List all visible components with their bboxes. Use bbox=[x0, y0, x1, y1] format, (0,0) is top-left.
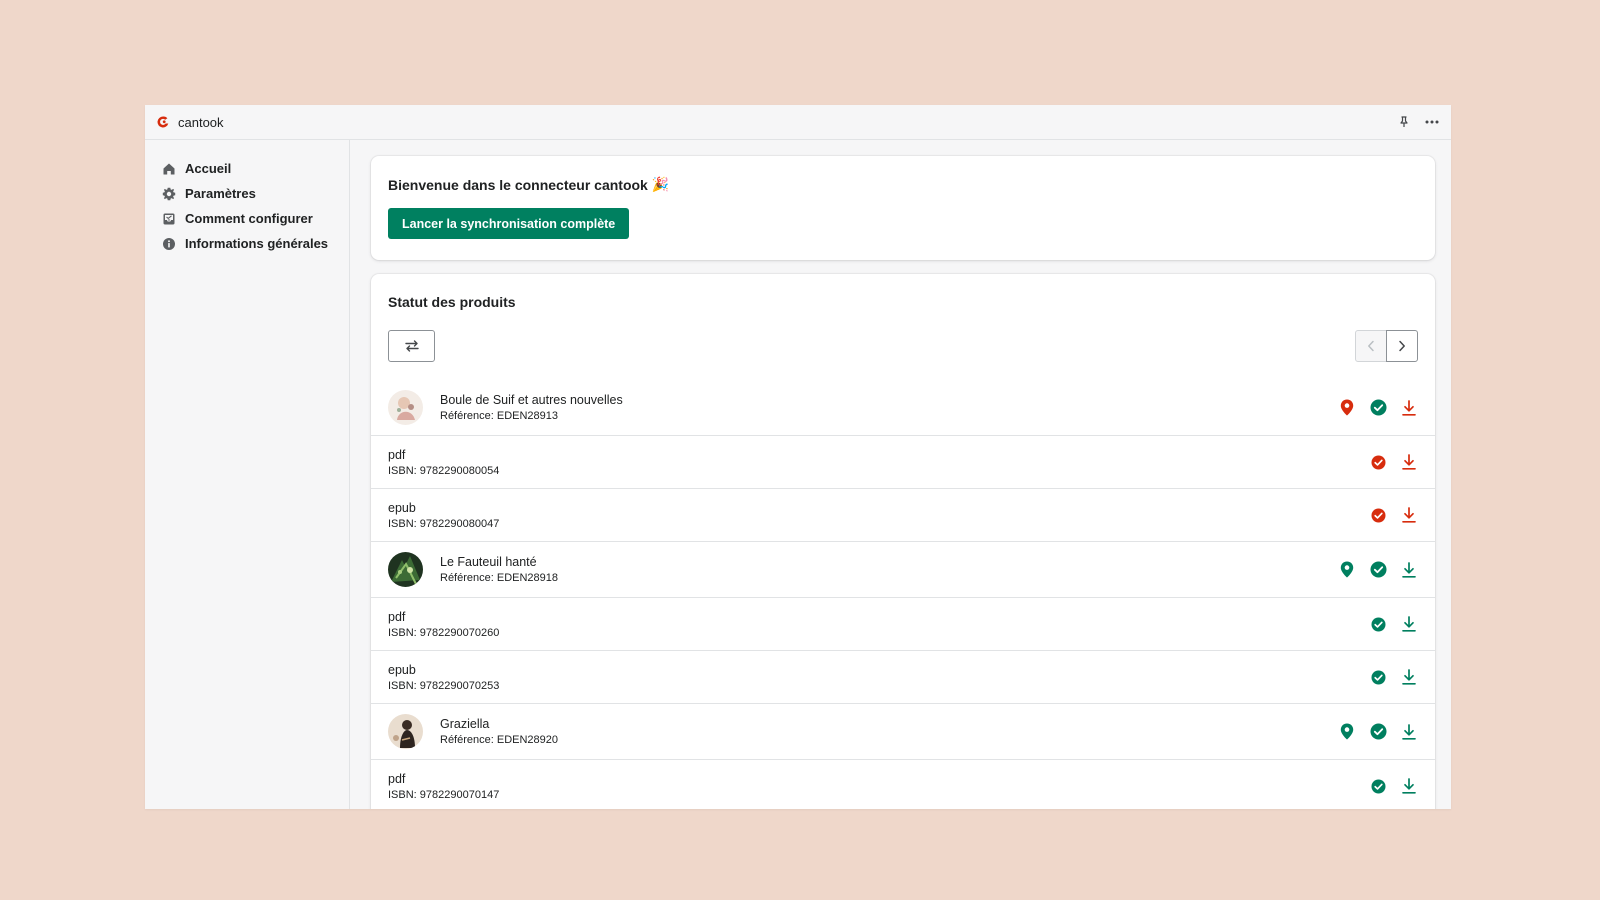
download-success-icon[interactable] bbox=[1400, 561, 1418, 579]
location-error-icon bbox=[1338, 399, 1356, 417]
refresh-button[interactable] bbox=[388, 330, 435, 362]
check-circle-success-icon bbox=[1369, 561, 1387, 579]
welcome-title: Bienvenue dans le connecteur cantook bbox=[388, 176, 648, 193]
party-popper-emoji: 🎉 bbox=[651, 176, 670, 192]
location-success-icon bbox=[1338, 723, 1356, 741]
location-success-icon bbox=[1338, 561, 1356, 579]
sidebar-item-label: Informations générales bbox=[185, 236, 329, 251]
sidebar-item-comment-configurer[interactable]: Comment configurer bbox=[145, 206, 349, 231]
variant-format: epub bbox=[388, 662, 416, 677]
app-title: cantook bbox=[178, 114, 224, 130]
app-window: cantook Accueil Paramètres Comment confi… bbox=[145, 105, 1451, 809]
gear-icon bbox=[162, 187, 176, 201]
download-error-icon[interactable] bbox=[1400, 399, 1418, 417]
sync-arrows-icon bbox=[404, 339, 420, 353]
product-row: Le Fauteuil hanté Référence: EDEN28918 bbox=[371, 542, 1435, 598]
product-status-card: Statut des produits Boule de Suif et aut… bbox=[371, 274, 1435, 809]
product-row: Graziella Référence: EDEN28920 bbox=[371, 704, 1435, 760]
variant-format: epub bbox=[388, 500, 416, 515]
sidebar-item-accueil[interactable]: Accueil bbox=[145, 156, 349, 181]
product-title: Le Fauteuil hanté bbox=[440, 555, 537, 569]
variant-row: pdf ISBN: 9782290070260 bbox=[371, 598, 1435, 651]
more-options-icon[interactable] bbox=[1423, 113, 1441, 131]
pin-icon[interactable] bbox=[1395, 113, 1413, 131]
book-cover-avatar bbox=[388, 552, 423, 587]
book-cover-avatar bbox=[388, 714, 423, 749]
inbox-icon bbox=[162, 212, 176, 226]
product-reference: Référence: EDEN28920 bbox=[440, 734, 559, 746]
book-cover-avatar bbox=[388, 390, 423, 425]
check-circle-success-icon bbox=[1369, 399, 1387, 417]
next-page-button[interactable] bbox=[1386, 330, 1418, 362]
check-circle-success-icon bbox=[1369, 615, 1387, 633]
chevron-right-icon bbox=[1398, 340, 1406, 352]
variant-isbn: ISBN: 9782290080054 bbox=[388, 464, 500, 477]
download-error-icon[interactable] bbox=[1400, 453, 1418, 471]
product-list: Boule de Suif et autres nouvelles Référe… bbox=[371, 380, 1435, 809]
variant-isbn: ISBN: 9782290080047 bbox=[388, 517, 500, 530]
home-icon bbox=[162, 162, 176, 176]
check-circle-success-icon bbox=[1369, 777, 1387, 795]
check-circle-success-icon bbox=[1369, 668, 1387, 686]
variant-row: pdf ISBN: 9782290070147 bbox=[371, 760, 1435, 809]
variant-isbn: ISBN: 9782290070260 bbox=[388, 626, 500, 639]
download-success-icon[interactable] bbox=[1400, 723, 1418, 741]
chevron-left-icon bbox=[1367, 340, 1375, 352]
sidebar: Accueil Paramètres Comment configurer In… bbox=[145, 140, 350, 809]
check-circle-error-icon bbox=[1369, 506, 1387, 524]
variant-format: pdf bbox=[388, 609, 406, 624]
sidebar-item-label: Comment configurer bbox=[185, 211, 313, 226]
info-icon bbox=[162, 237, 176, 251]
product-reference: Référence: EDEN28913 bbox=[440, 410, 559, 422]
download-success-icon[interactable] bbox=[1400, 615, 1418, 633]
check-circle-success-icon bbox=[1369, 723, 1387, 741]
title-bar: cantook bbox=[145, 105, 1451, 140]
download-error-icon[interactable] bbox=[1400, 506, 1418, 524]
welcome-card: Bienvenue dans le connecteur cantook 🎉 L… bbox=[371, 156, 1435, 260]
variant-format: pdf bbox=[388, 447, 406, 462]
sidebar-item-label: Accueil bbox=[185, 161, 232, 176]
variant-row: epub ISBN: 9782290080047 bbox=[371, 489, 1435, 542]
status-title: Statut des produits bbox=[388, 294, 516, 310]
product-title: Boule de Suif et autres nouvelles bbox=[440, 393, 623, 407]
variant-row: pdf ISBN: 9782290080054 bbox=[371, 436, 1435, 489]
download-success-icon[interactable] bbox=[1400, 668, 1418, 686]
variant-format: pdf bbox=[388, 771, 406, 786]
sidebar-item-label: Paramètres bbox=[185, 186, 256, 201]
product-reference: Référence: EDEN28918 bbox=[440, 572, 559, 584]
main-content: Bienvenue dans le connecteur cantook 🎉 L… bbox=[350, 140, 1451, 809]
variant-isbn: ISBN: 9782290070253 bbox=[388, 679, 500, 692]
variant-isbn: ISBN: 9782290070147 bbox=[388, 788, 500, 801]
sidebar-item-informations-generales[interactable]: Informations générales bbox=[145, 231, 349, 256]
full-sync-button[interactable]: Lancer la synchronisation complète bbox=[388, 208, 630, 239]
product-title: Graziella bbox=[440, 717, 490, 731]
check-circle-error-icon bbox=[1369, 453, 1387, 471]
download-success-icon[interactable] bbox=[1400, 777, 1418, 795]
pagination bbox=[1355, 330, 1418, 362]
previous-page-button[interactable] bbox=[1355, 330, 1387, 362]
variant-row: epub ISBN: 9782290070253 bbox=[371, 651, 1435, 704]
sidebar-item-parametres[interactable]: Paramètres bbox=[145, 181, 349, 206]
cantook-logo-icon bbox=[156, 115, 170, 129]
product-row: Boule de Suif et autres nouvelles Référe… bbox=[371, 380, 1435, 436]
